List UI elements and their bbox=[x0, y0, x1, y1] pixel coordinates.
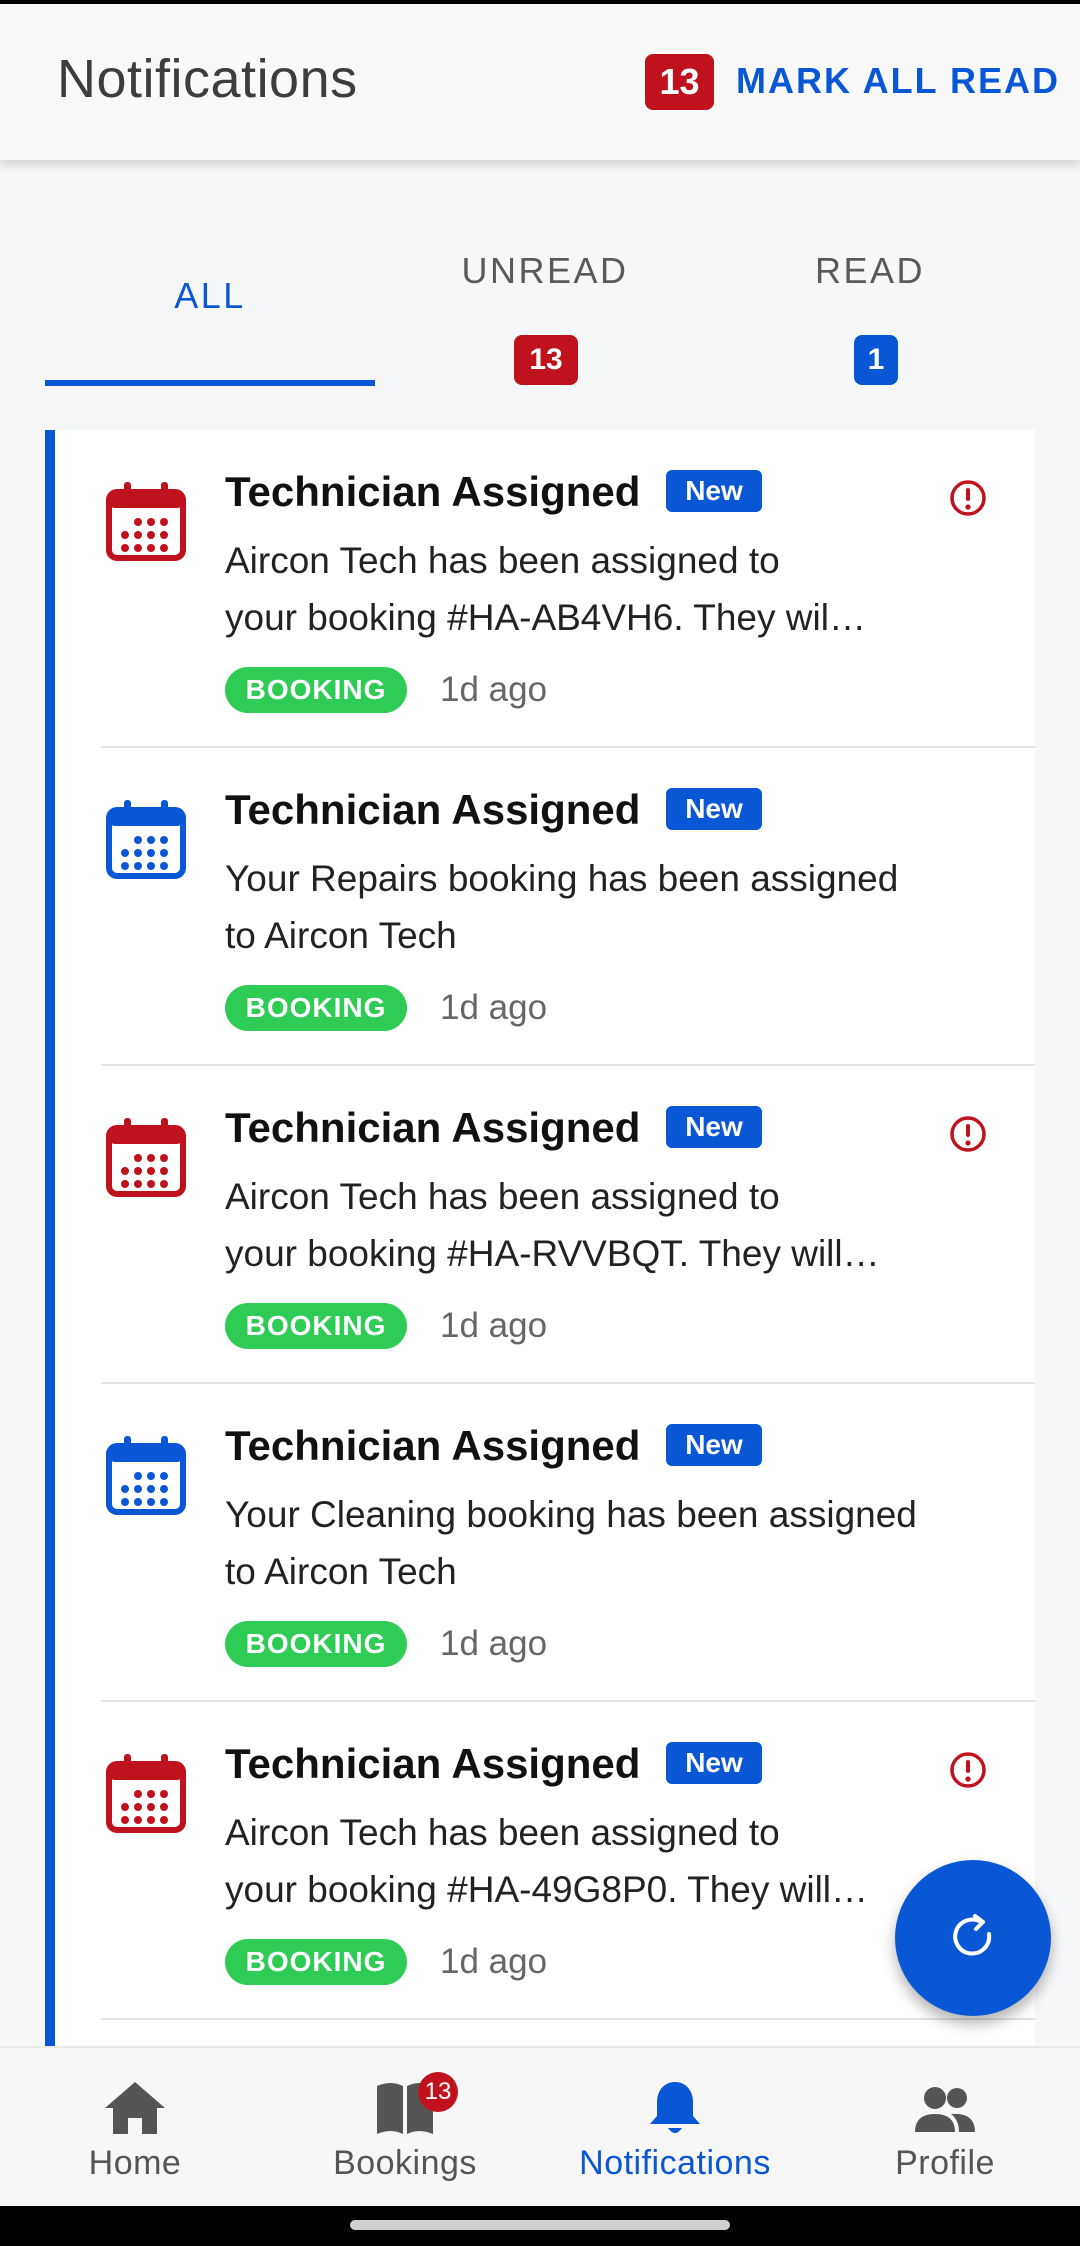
notification-message-line: Your Repairs booking has been assigned bbox=[225, 858, 899, 899]
calendar-icon bbox=[106, 1754, 186, 1833]
tab-read-label: READ bbox=[814, 250, 926, 291]
notification-item[interactable]: Technician Assigned New Your Cleaning book… bbox=[45, 1384, 1035, 1702]
nav-notifications[interactable]: Notifications bbox=[540, 2048, 810, 2208]
category-tag: BOOKING bbox=[225, 667, 407, 713]
notification-message-line: your booking #HA-49G8P0. They will… bbox=[225, 1869, 869, 1910]
notification-message: Your Cleaning booking has been assigned t… bbox=[225, 1486, 1005, 1600]
home-icon bbox=[105, 2082, 165, 2134]
nav-notifications-label: Notifications bbox=[579, 2144, 771, 2182]
people-icon bbox=[915, 2087, 975, 2132]
tab-read-count: 1 bbox=[854, 335, 898, 385]
new-badge: New bbox=[666, 1424, 762, 1466]
notification-message: Your Repairs booking has been assigned to… bbox=[225, 850, 1005, 964]
notification-item[interactable]: Technician Assigned New Aircon Tech has be… bbox=[45, 1066, 1035, 1384]
notification-message-line: Aircon Tech has been assigned to bbox=[225, 1176, 780, 1217]
filter-tabs: ALL UNREAD 13 READ 1 bbox=[0, 215, 1080, 390]
notification-message: Aircon Tech has been assigned to your boo… bbox=[225, 1804, 1005, 1918]
tab-all[interactable]: ALL bbox=[45, 215, 375, 390]
category-tag: BOOKING bbox=[225, 1939, 407, 1985]
notification-message-line: to Aircon Tech bbox=[225, 915, 457, 956]
nav-bookings-label: Bookings bbox=[333, 2144, 477, 2182]
category-tag: BOOKING bbox=[225, 1303, 407, 1349]
nav-profile[interactable]: Profile bbox=[810, 2048, 1080, 2208]
notification-title: Technician Assigned bbox=[225, 1740, 641, 1787]
notification-message-line: Your Cleaning booking has been assigned bbox=[225, 1494, 917, 1535]
timestamp: 1d ago bbox=[440, 670, 548, 709]
tab-read[interactable]: READ 1 bbox=[740, 215, 1000, 390]
divider bbox=[101, 2018, 1035, 2020]
calendar-icon bbox=[106, 1436, 186, 1515]
alert-icon bbox=[950, 480, 986, 516]
tab-all-label: ALL bbox=[174, 275, 246, 316]
app-header: Notifications 13 MARK ALL READ bbox=[0, 4, 1080, 160]
active-tab-indicator bbox=[45, 380, 375, 386]
category-tag: BOOKING bbox=[225, 1621, 407, 1667]
nav-notifications-badge: 13 bbox=[418, 2072, 458, 2112]
page-title: Notifications bbox=[57, 49, 358, 109]
refresh-button[interactable] bbox=[895, 1860, 1051, 2016]
notification-message-line: your booking #HA-AB4VH6. They wil… bbox=[225, 597, 866, 638]
timestamp: 1d ago bbox=[440, 1306, 548, 1345]
notification-item[interactable]: Technician Assigned New Aircon Tech has be… bbox=[45, 430, 1035, 748]
notification-item[interactable]: Technician Assigned New Your Repairs booki… bbox=[45, 748, 1035, 1066]
notification-title: Technician Assigned bbox=[225, 1104, 641, 1151]
mark-all-read-button[interactable]: MARK ALL READ bbox=[736, 60, 1060, 102]
refresh-icon bbox=[953, 1914, 992, 1956]
tab-unread-count: 13 bbox=[514, 335, 578, 385]
timestamp: 1d ago bbox=[440, 1624, 548, 1663]
notification-message-line: Aircon Tech has been assigned to bbox=[225, 1812, 780, 1853]
notification-message: Aircon Tech has been assigned to your boo… bbox=[225, 532, 1005, 646]
notification-title: Technician Assigned bbox=[225, 1422, 641, 1469]
bottom-navigation: Home Bookings Notifications 13 Profile bbox=[0, 2046, 1080, 2206]
tab-unread[interactable]: UNREAD 13 bbox=[410, 215, 680, 390]
nav-profile-label: Profile bbox=[895, 2144, 995, 2182]
new-badge: New bbox=[666, 470, 762, 512]
bell-icon bbox=[650, 2082, 700, 2133]
alert-icon bbox=[950, 1116, 986, 1152]
unread-count-badge: 13 bbox=[645, 54, 714, 110]
calendar-icon bbox=[106, 482, 186, 561]
nav-bookings[interactable]: Bookings bbox=[270, 2048, 540, 2208]
notification-title: Technician Assigned bbox=[225, 786, 641, 833]
notification-message: Aircon Tech has been assigned to your boo… bbox=[225, 1168, 1005, 1282]
nav-home-label: Home bbox=[88, 2144, 182, 2182]
alert-icon bbox=[950, 1752, 986, 1788]
new-badge: New bbox=[666, 788, 762, 830]
notification-item[interactable]: Technician Assigned New Aircon Tech has be… bbox=[45, 1702, 1035, 2020]
home-gesture-handle[interactable] bbox=[350, 2220, 730, 2230]
timestamp: 1d ago bbox=[440, 1942, 548, 1981]
new-badge: New bbox=[666, 1106, 762, 1148]
calendar-icon bbox=[106, 1118, 186, 1197]
nav-home[interactable]: Home bbox=[0, 2048, 270, 2208]
timestamp: 1d ago bbox=[440, 988, 548, 1027]
notification-message-line: Aircon Tech has been assigned to bbox=[225, 540, 780, 581]
notification-title: Technician Assigned bbox=[225, 468, 641, 515]
notification-message-line: your booking #HA-RVVBQT. They will… bbox=[225, 1233, 880, 1274]
new-badge: New bbox=[666, 1742, 762, 1784]
system-navigation-bar bbox=[0, 2206, 1080, 2246]
tab-unread-label: UNREAD bbox=[461, 250, 629, 291]
category-tag: BOOKING bbox=[225, 985, 407, 1031]
notification-message-line: to Aircon Tech bbox=[225, 1551, 457, 1592]
calendar-icon bbox=[106, 800, 186, 879]
notification-list: Technician Assigned New Aircon Tech has be… bbox=[45, 430, 1035, 2046]
